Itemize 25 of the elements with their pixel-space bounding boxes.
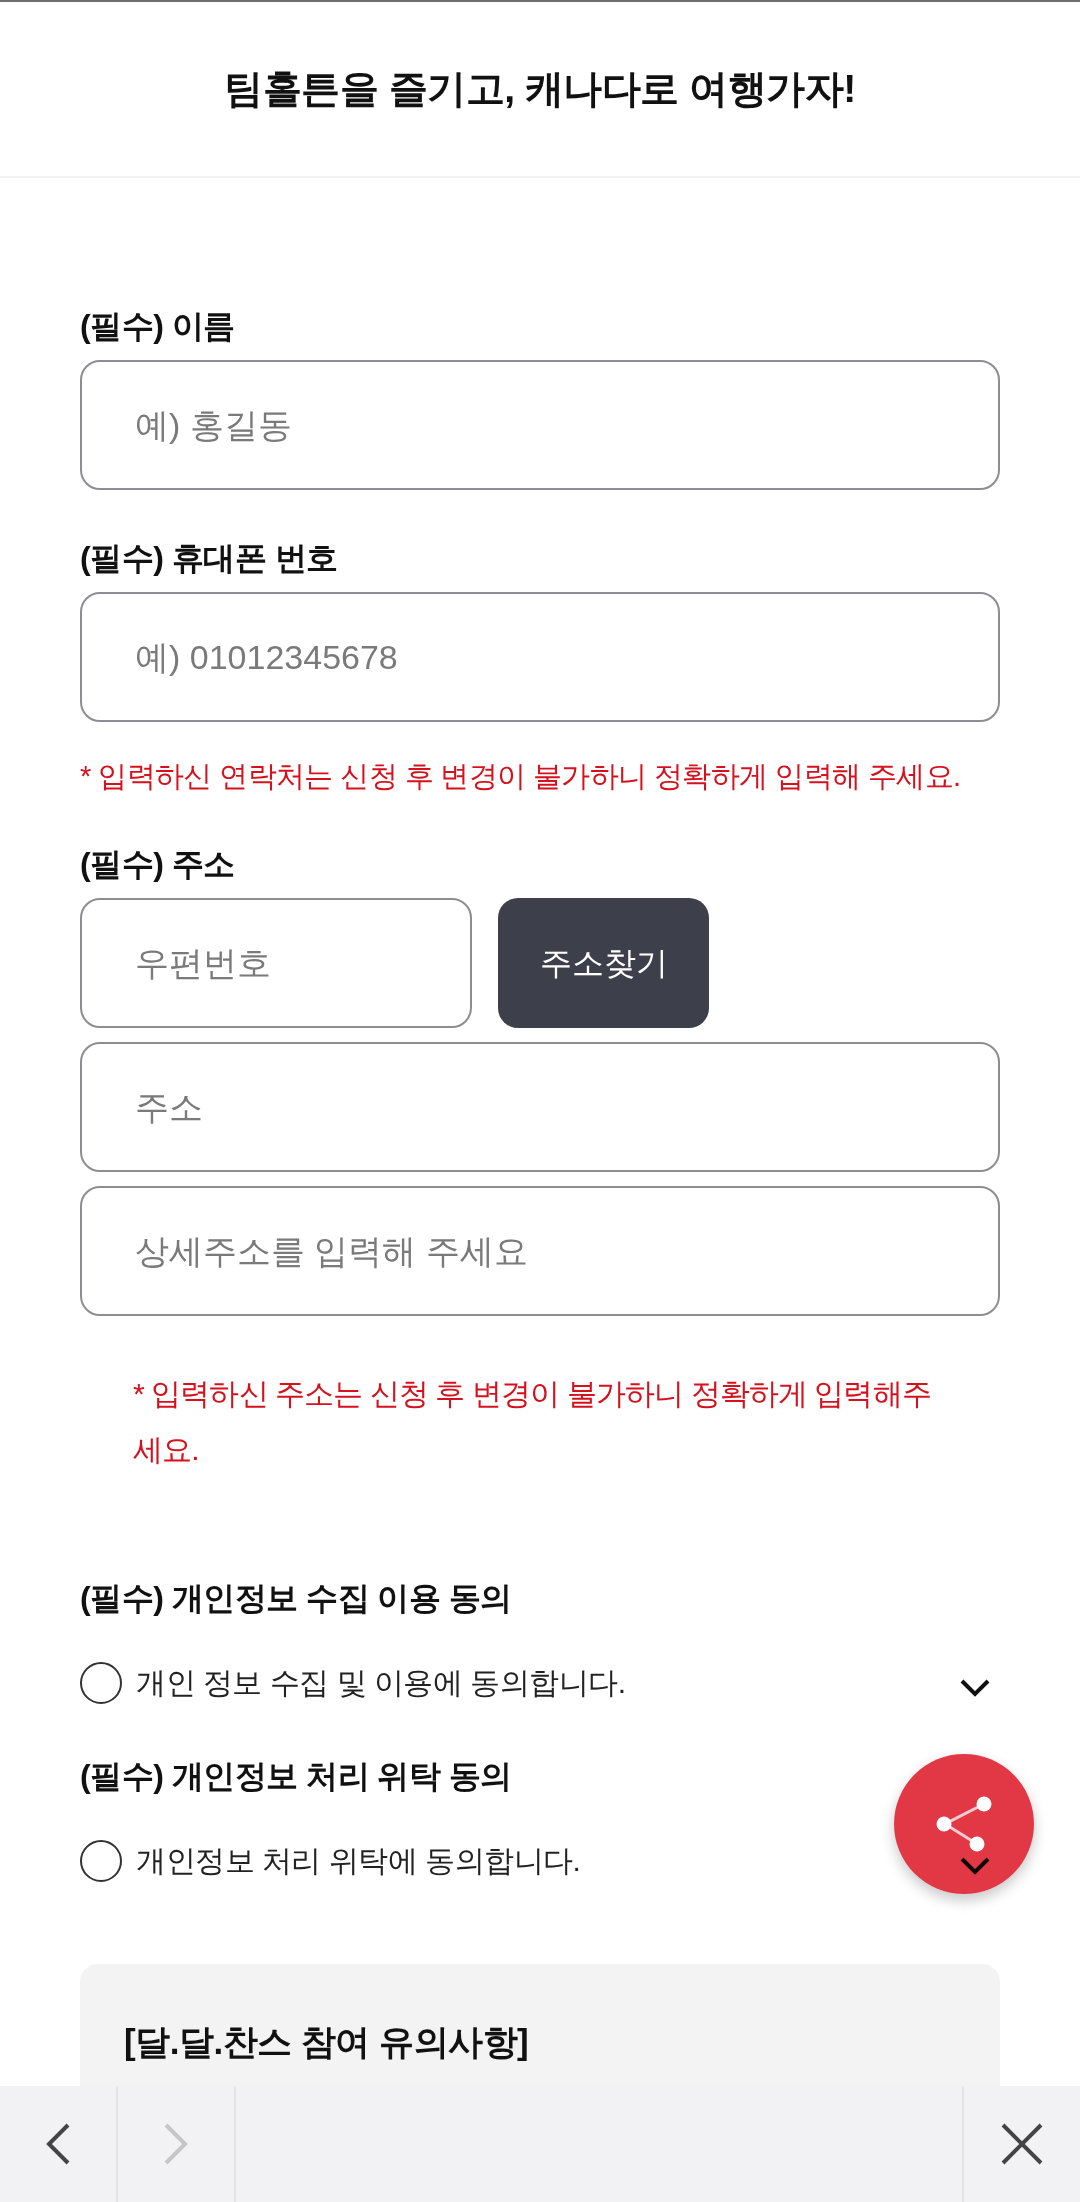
field-label: (필수) 주소 xyxy=(80,845,236,884)
share-icon xyxy=(934,1795,994,1853)
field-label: (필수) 휴대폰 번호 xyxy=(80,539,339,578)
close-icon xyxy=(1000,2122,1044,2166)
notice-title: [달.달.찬스 참여 유의사항] xyxy=(124,2021,530,2063)
radio-button[interactable] xyxy=(80,1840,122,1882)
warning-note: * 입력하신 연락처는 신청 후 변경이 불가하니 정확하게 입력해 주세요. xyxy=(80,759,962,794)
chevron-right-icon xyxy=(163,2123,189,2165)
warning-note: * 입력하신 주소는 신청 후 변경이 불가하니 정확하게 입력해주세요. xyxy=(132,1376,932,1468)
consent-title: (필수) 개인정보 수집 이용 동의 xyxy=(80,1579,513,1618)
consent-label: 개인 정보 수집 및 이용에 동의합니다. xyxy=(136,1665,626,1701)
field-label: (필수) 이름 xyxy=(80,307,236,346)
consent-label: 개인정보 처리 위탁에 동의합니다. xyxy=(136,1843,581,1879)
input-field[interactable]: 주소 xyxy=(80,1042,1000,1172)
input-field[interactable]: 예) 홍길동 xyxy=(80,360,1000,490)
input-field[interactable]: 우편번호 xyxy=(80,898,472,1028)
radio-button[interactable] xyxy=(80,1662,122,1704)
input-field[interactable]: 예) 01012345678 xyxy=(80,592,1000,722)
share-button[interactable] xyxy=(894,1754,1034,1894)
chevron-down-icon[interactable] xyxy=(960,1679,990,1697)
consent-title: (필수) 개인정보 처리 위탁 동의 xyxy=(80,1757,513,1796)
address-search-button[interactable]: 주소찾기 xyxy=(498,898,709,1028)
input-field[interactable]: 상세주소를 입력해 주세요 xyxy=(80,1186,1000,1316)
page-title: 팀홀튼을 즐기고, 캐나다로 여행가자! xyxy=(224,65,856,112)
chevron-left-icon xyxy=(45,2123,71,2165)
